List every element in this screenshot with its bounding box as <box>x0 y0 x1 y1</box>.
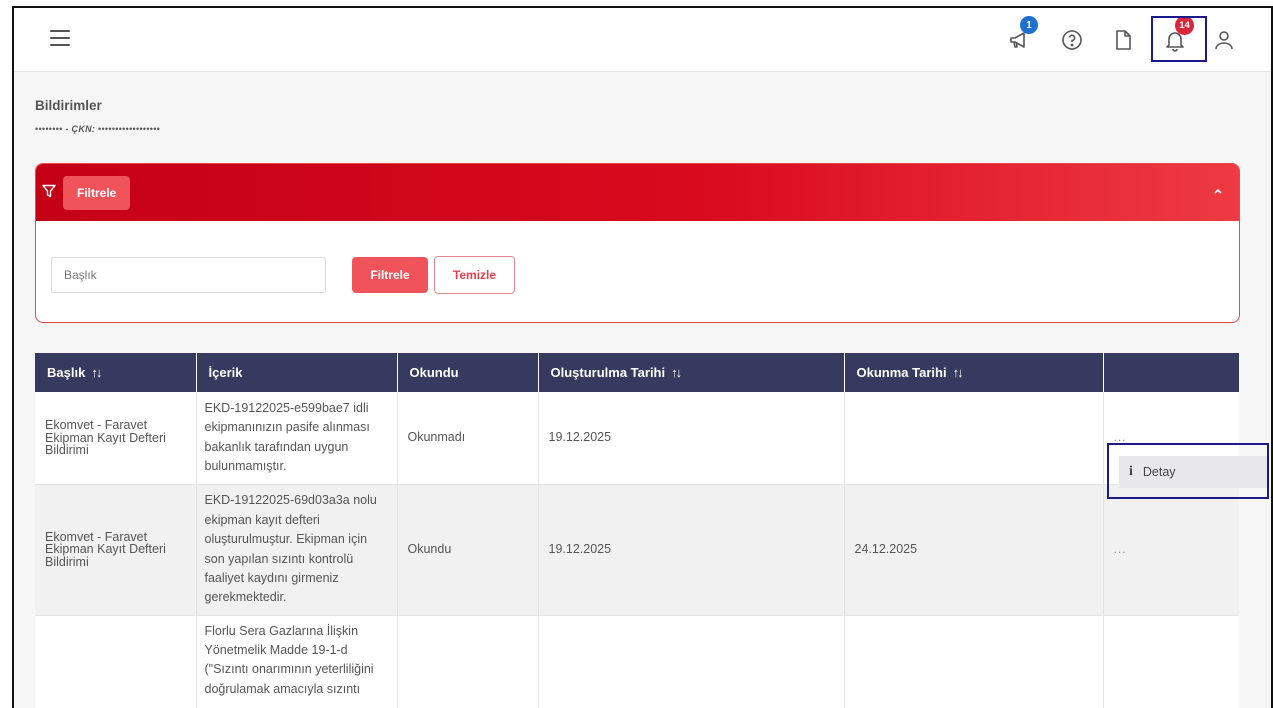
filter-header[interactable]: Filtrele <box>36 164 1239 221</box>
funnel-icon <box>42 184 56 198</box>
cell-read: Okundu <box>397 484 539 616</box>
megaphone-icon[interactable]: 1 <box>1008 16 1038 52</box>
page-title: Bildirimler <box>35 98 102 113</box>
user-icon[interactable] <box>1212 28 1236 52</box>
row-actions-menu: i Detay <box>1107 443 1269 499</box>
user-info: •••••••• - ÇKN: •••••••••••••••••• <box>35 124 160 134</box>
filter-header-button[interactable]: Filtrele <box>63 176 131 210</box>
chevron-up-icon[interactable] <box>1211 184 1225 198</box>
cell-title: Ekomvet - Faravet Ekipman Kayıt Defteri … <box>35 484 197 616</box>
column-header-read: Okundu <box>397 353 539 392</box>
title-search-input[interactable] <box>51 257 326 293</box>
cell-actions <box>1103 615 1239 708</box>
menu-icon[interactable] <box>50 30 70 46</box>
info-icon: i <box>1129 464 1133 479</box>
notifications-table: Başlık ↑↓ İçerik Okundu Oluşturulma Tarih… <box>35 353 1239 708</box>
cell-read-date <box>844 615 1104 708</box>
cell-created: 19.12.2025 <box>538 392 845 485</box>
sort-icon[interactable]: ↑↓ <box>953 365 964 380</box>
masked-ckn: •••••••••••••••••• <box>98 124 161 134</box>
cell-title <box>35 615 197 708</box>
apply-filter-button[interactable]: Filtrele <box>352 257 428 293</box>
top-bar: 1 14 <box>14 8 1271 72</box>
table-row[interactable]: Ekomvet - Faravet Ekipman Kayıt Defteri … <box>35 392 1239 485</box>
cell-created: 19.12.2025 <box>538 484 845 616</box>
filter-panel: Filtrele Filtrele Temizle <box>35 163 1240 323</box>
cell-content: Florlu Sera Gazlarına İlişkin Yönetmelik… <box>196 615 398 708</box>
cell-read <box>397 615 539 708</box>
cell-read-date: 24.12.2025 <box>844 484 1104 616</box>
detail-menu-item[interactable]: i Detay <box>1119 456 1267 488</box>
cell-created <box>538 615 845 708</box>
detail-label: Detay <box>1142 465 1176 479</box>
cell-actions[interactable]: ... <box>1103 484 1239 616</box>
cell-content: EKD-19122025-e599bae7 idli ekipmanınızın… <box>196 392 398 485</box>
column-header-created[interactable]: Oluşturulma Tarihi ↑↓ <box>538 353 845 392</box>
sort-icon[interactable]: ↑↓ <box>671 365 682 380</box>
masked-name: •••••••• <box>35 124 63 134</box>
column-header-actions <box>1103 353 1239 392</box>
column-header-read-date[interactable]: Okunma Tarihi ↑↓ <box>844 353 1104 392</box>
sort-icon[interactable]: ↑↓ <box>91 365 102 380</box>
column-header-content: İçerik <box>196 353 398 392</box>
app-window: 1 14 Bildirimler •••••••• - ÇKN: •••••••… <box>12 6 1273 708</box>
table-header-row: Başlık ↑↓ İçerik Okundu Oluşturulma Tarih… <box>35 353 1239 392</box>
clear-filter-button[interactable]: Temizle <box>434 256 515 294</box>
announcement-badge: 1 <box>1020 16 1038 34</box>
bell-highlight-box <box>1151 16 1207 62</box>
cell-content: EKD-19122025-69d03a3a nolu ekipman kayıt… <box>196 484 398 616</box>
table-row[interactable]: Ekomvet - Faravet Ekipman Kayıt Defteri … <box>35 484 1239 616</box>
table-row[interactable]: Florlu Sera Gazlarına İlişkin Yönetmelik… <box>35 615 1239 708</box>
more-actions-icon[interactable]: ... <box>1114 542 1127 556</box>
cell-read: Okunmadı <box>397 392 539 485</box>
column-header-title[interactable]: Başlık ↑↓ <box>35 353 197 392</box>
help-icon[interactable] <box>1060 28 1084 52</box>
ckn-label: - ÇKN: <box>65 124 96 134</box>
cell-read-date <box>844 392 1104 485</box>
cell-title: Ekomvet - Faravet Ekipman Kayıt Defteri … <box>35 392 197 485</box>
document-icon[interactable] <box>1111 28 1135 52</box>
